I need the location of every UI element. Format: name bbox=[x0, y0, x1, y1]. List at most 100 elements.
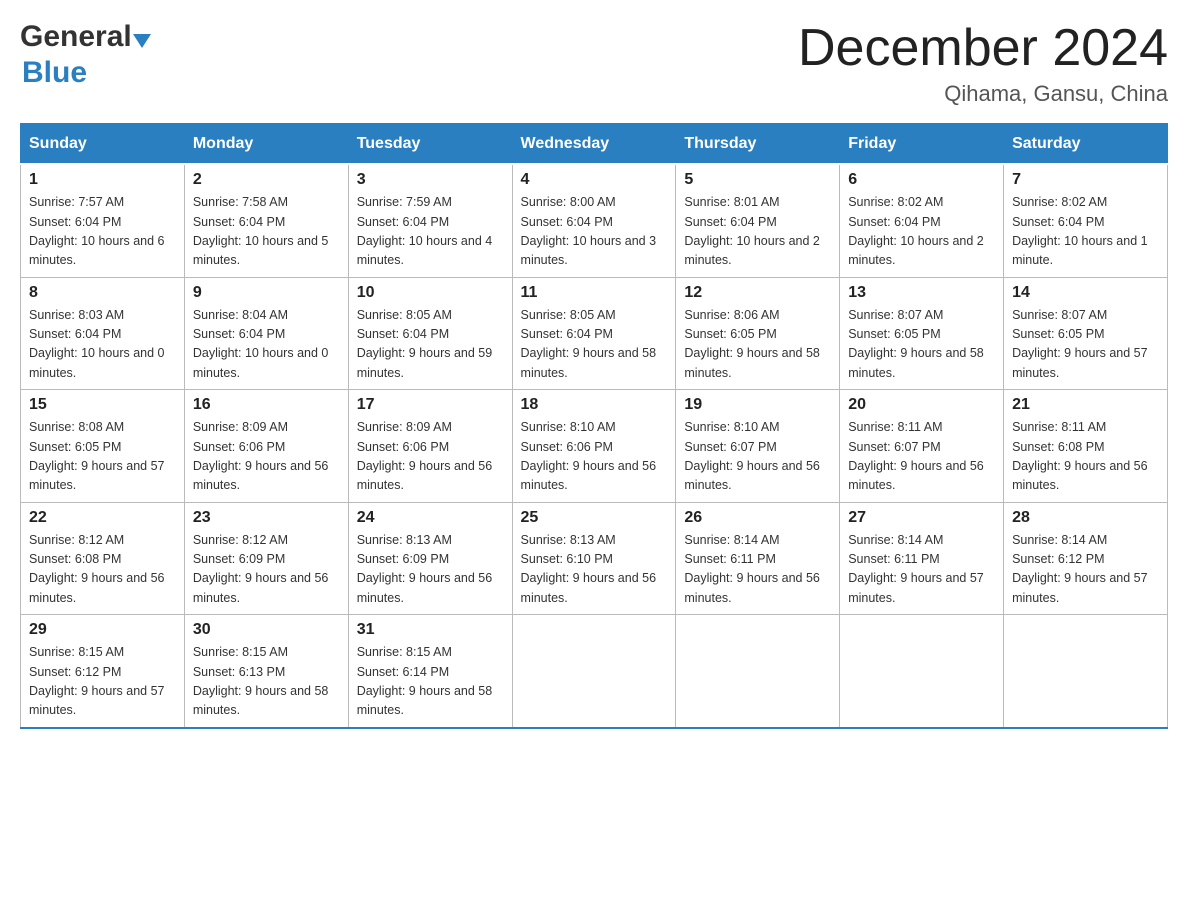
table-row: 9 Sunrise: 8:04 AMSunset: 6:04 PMDayligh… bbox=[184, 277, 348, 390]
day-info: Sunrise: 8:12 AMSunset: 6:09 PMDaylight:… bbox=[193, 531, 340, 609]
col-wednesday: Wednesday bbox=[512, 124, 676, 164]
table-row: 31 Sunrise: 8:15 AMSunset: 6:14 PMDaylig… bbox=[348, 615, 512, 728]
day-number: 23 bbox=[193, 509, 340, 527]
table-row: 16 Sunrise: 8:09 AMSunset: 6:06 PMDaylig… bbox=[184, 390, 348, 503]
day-number: 15 bbox=[29, 396, 176, 414]
day-info: Sunrise: 8:06 AMSunset: 6:05 PMDaylight:… bbox=[684, 306, 831, 384]
day-info: Sunrise: 8:15 AMSunset: 6:14 PMDaylight:… bbox=[357, 643, 504, 721]
table-row: 10 Sunrise: 8:05 AMSunset: 6:04 PMDaylig… bbox=[348, 277, 512, 390]
table-row: 18 Sunrise: 8:10 AMSunset: 6:06 PMDaylig… bbox=[512, 390, 676, 503]
week-row-1: 1 Sunrise: 7:57 AMSunset: 6:04 PMDayligh… bbox=[21, 164, 1168, 277]
day-info: Sunrise: 8:03 AMSunset: 6:04 PMDaylight:… bbox=[29, 306, 176, 384]
day-info: Sunrise: 7:58 AMSunset: 6:04 PMDaylight:… bbox=[193, 193, 340, 271]
col-tuesday: Tuesday bbox=[348, 124, 512, 164]
table-row: 27 Sunrise: 8:14 AMSunset: 6:11 PMDaylig… bbox=[840, 502, 1004, 615]
day-number: 14 bbox=[1012, 284, 1159, 302]
day-number: 8 bbox=[29, 284, 176, 302]
location-text: Qihama, Gansu, China bbox=[798, 81, 1168, 107]
day-number: 16 bbox=[193, 396, 340, 414]
day-number: 7 bbox=[1012, 171, 1159, 189]
day-info: Sunrise: 8:02 AMSunset: 6:04 PMDaylight:… bbox=[1012, 193, 1159, 271]
table-row: 29 Sunrise: 8:15 AMSunset: 6:12 PMDaylig… bbox=[21, 615, 185, 728]
day-info: Sunrise: 8:10 AMSunset: 6:06 PMDaylight:… bbox=[521, 418, 668, 496]
day-info: Sunrise: 8:05 AMSunset: 6:04 PMDaylight:… bbox=[357, 306, 504, 384]
day-number: 20 bbox=[848, 396, 995, 414]
day-info: Sunrise: 8:13 AMSunset: 6:09 PMDaylight:… bbox=[357, 531, 504, 609]
table-row: 19 Sunrise: 8:10 AMSunset: 6:07 PMDaylig… bbox=[676, 390, 840, 503]
day-number: 5 bbox=[684, 171, 831, 189]
table-row bbox=[512, 615, 676, 728]
table-row: 6 Sunrise: 8:02 AMSunset: 6:04 PMDayligh… bbox=[840, 164, 1004, 277]
day-number: 17 bbox=[357, 396, 504, 414]
day-info: Sunrise: 8:07 AMSunset: 6:05 PMDaylight:… bbox=[1012, 306, 1159, 384]
month-title: December 2024 bbox=[798, 20, 1168, 77]
day-number: 10 bbox=[357, 284, 504, 302]
day-number: 27 bbox=[848, 509, 995, 527]
table-row: 11 Sunrise: 8:05 AMSunset: 6:04 PMDaylig… bbox=[512, 277, 676, 390]
table-row: 23 Sunrise: 8:12 AMSunset: 6:09 PMDaylig… bbox=[184, 502, 348, 615]
table-row: 7 Sunrise: 8:02 AMSunset: 6:04 PMDayligh… bbox=[1004, 164, 1168, 277]
table-row bbox=[1004, 615, 1168, 728]
day-info: Sunrise: 8:01 AMSunset: 6:04 PMDaylight:… bbox=[684, 193, 831, 271]
day-info: Sunrise: 8:14 AMSunset: 6:11 PMDaylight:… bbox=[684, 531, 831, 609]
day-number: 30 bbox=[193, 621, 340, 639]
day-info: Sunrise: 8:13 AMSunset: 6:10 PMDaylight:… bbox=[521, 531, 668, 609]
day-number: 11 bbox=[521, 284, 668, 302]
day-number: 13 bbox=[848, 284, 995, 302]
week-row-2: 8 Sunrise: 8:03 AMSunset: 6:04 PMDayligh… bbox=[21, 277, 1168, 390]
table-row: 15 Sunrise: 8:08 AMSunset: 6:05 PMDaylig… bbox=[21, 390, 185, 503]
logo-triangle-icon bbox=[133, 34, 151, 48]
day-number: 26 bbox=[684, 509, 831, 527]
table-row: 24 Sunrise: 8:13 AMSunset: 6:09 PMDaylig… bbox=[348, 502, 512, 615]
day-number: 1 bbox=[29, 171, 176, 189]
col-saturday: Saturday bbox=[1004, 124, 1168, 164]
day-info: Sunrise: 8:14 AMSunset: 6:11 PMDaylight:… bbox=[848, 531, 995, 609]
table-row: 21 Sunrise: 8:11 AMSunset: 6:08 PMDaylig… bbox=[1004, 390, 1168, 503]
day-number: 22 bbox=[29, 509, 176, 527]
day-info: Sunrise: 7:57 AMSunset: 6:04 PMDaylight:… bbox=[29, 193, 176, 271]
day-info: Sunrise: 8:12 AMSunset: 6:08 PMDaylight:… bbox=[29, 531, 176, 609]
calendar-header-row: Sunday Monday Tuesday Wednesday Thursday… bbox=[21, 124, 1168, 164]
title-area: December 2024 Qihama, Gansu, China bbox=[798, 20, 1168, 107]
day-info: Sunrise: 8:11 AMSunset: 6:08 PMDaylight:… bbox=[1012, 418, 1159, 496]
day-number: 9 bbox=[193, 284, 340, 302]
day-number: 3 bbox=[357, 171, 504, 189]
table-row: 5 Sunrise: 8:01 AMSunset: 6:04 PMDayligh… bbox=[676, 164, 840, 277]
day-number: 21 bbox=[1012, 396, 1159, 414]
table-row bbox=[840, 615, 1004, 728]
day-info: Sunrise: 8:00 AMSunset: 6:04 PMDaylight:… bbox=[521, 193, 668, 271]
table-row: 17 Sunrise: 8:09 AMSunset: 6:06 PMDaylig… bbox=[348, 390, 512, 503]
week-row-3: 15 Sunrise: 8:08 AMSunset: 6:05 PMDaylig… bbox=[21, 390, 1168, 503]
col-friday: Friday bbox=[840, 124, 1004, 164]
logo-blue-text: Blue bbox=[22, 56, 87, 90]
table-row: 20 Sunrise: 8:11 AMSunset: 6:07 PMDaylig… bbox=[840, 390, 1004, 503]
table-row: 3 Sunrise: 7:59 AMSunset: 6:04 PMDayligh… bbox=[348, 164, 512, 277]
logo: General Blue bbox=[20, 20, 151, 90]
table-row: 28 Sunrise: 8:14 AMSunset: 6:12 PMDaylig… bbox=[1004, 502, 1168, 615]
table-row: 14 Sunrise: 8:07 AMSunset: 6:05 PMDaylig… bbox=[1004, 277, 1168, 390]
day-number: 29 bbox=[29, 621, 176, 639]
day-info: Sunrise: 8:15 AMSunset: 6:13 PMDaylight:… bbox=[193, 643, 340, 721]
page-header: General Blue December 2024 Qihama, Gansu… bbox=[20, 20, 1168, 107]
day-info: Sunrise: 8:02 AMSunset: 6:04 PMDaylight:… bbox=[848, 193, 995, 271]
day-info: Sunrise: 8:14 AMSunset: 6:12 PMDaylight:… bbox=[1012, 531, 1159, 609]
col-monday: Monday bbox=[184, 124, 348, 164]
day-info: Sunrise: 8:09 AMSunset: 6:06 PMDaylight:… bbox=[357, 418, 504, 496]
day-number: 18 bbox=[521, 396, 668, 414]
table-row: 2 Sunrise: 7:58 AMSunset: 6:04 PMDayligh… bbox=[184, 164, 348, 277]
day-number: 2 bbox=[193, 171, 340, 189]
day-info: Sunrise: 8:05 AMSunset: 6:04 PMDaylight:… bbox=[521, 306, 668, 384]
day-info: Sunrise: 8:08 AMSunset: 6:05 PMDaylight:… bbox=[29, 418, 176, 496]
day-number: 24 bbox=[357, 509, 504, 527]
day-info: Sunrise: 8:15 AMSunset: 6:12 PMDaylight:… bbox=[29, 643, 176, 721]
table-row: 8 Sunrise: 8:03 AMSunset: 6:04 PMDayligh… bbox=[21, 277, 185, 390]
week-row-4: 22 Sunrise: 8:12 AMSunset: 6:08 PMDaylig… bbox=[21, 502, 1168, 615]
day-number: 25 bbox=[521, 509, 668, 527]
table-row: 12 Sunrise: 8:06 AMSunset: 6:05 PMDaylig… bbox=[676, 277, 840, 390]
table-row: 4 Sunrise: 8:00 AMSunset: 6:04 PMDayligh… bbox=[512, 164, 676, 277]
day-number: 4 bbox=[521, 171, 668, 189]
table-row: 13 Sunrise: 8:07 AMSunset: 6:05 PMDaylig… bbox=[840, 277, 1004, 390]
day-info: Sunrise: 8:11 AMSunset: 6:07 PMDaylight:… bbox=[848, 418, 995, 496]
day-number: 12 bbox=[684, 284, 831, 302]
day-info: Sunrise: 7:59 AMSunset: 6:04 PMDaylight:… bbox=[357, 193, 504, 271]
